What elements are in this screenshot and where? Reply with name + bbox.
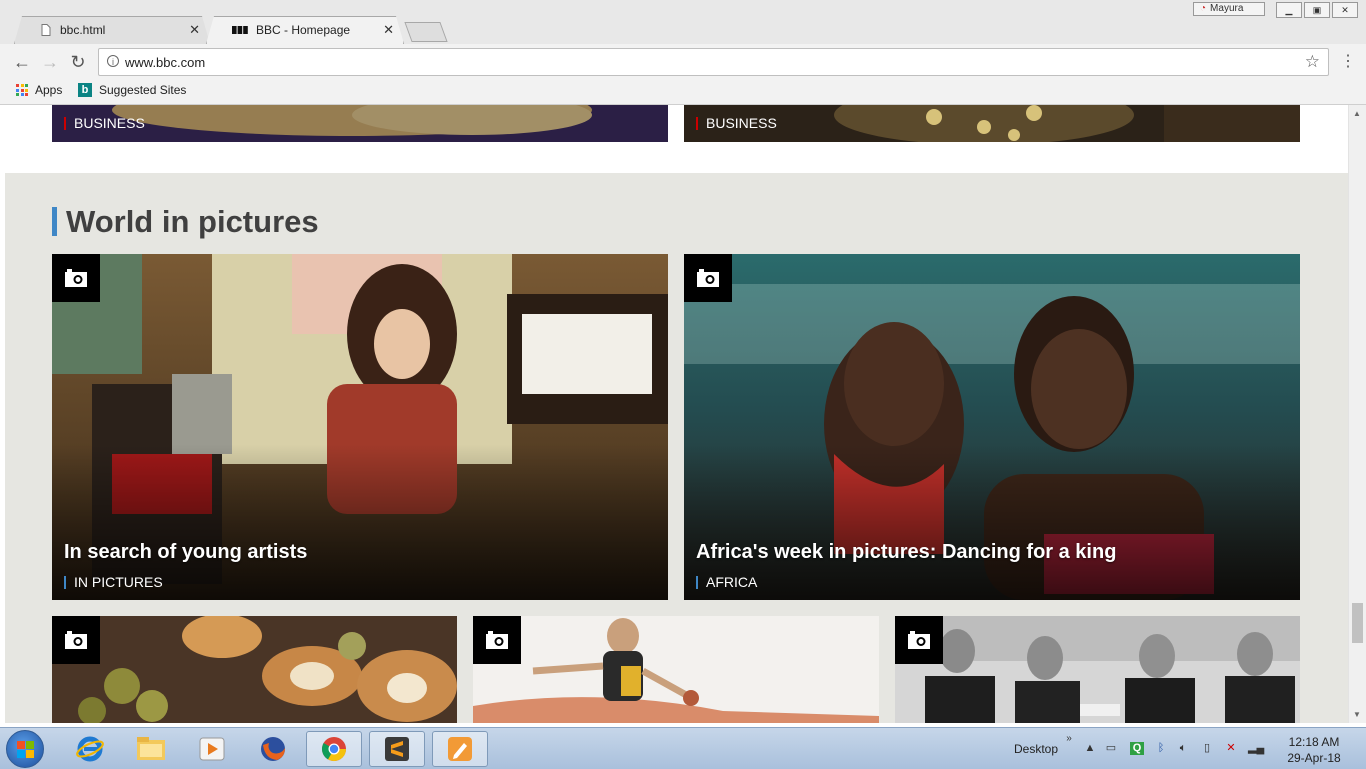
camera-icon bbox=[895, 616, 943, 664]
restore-button[interactable]: ▣ bbox=[1304, 2, 1330, 18]
battery-icon[interactable]: ▯ bbox=[1200, 742, 1214, 755]
bookmark-label: Suggested Sites bbox=[99, 83, 187, 97]
page-scrollbar[interactable]: ▲ ▼ bbox=[1348, 105, 1366, 723]
show-hidden-icons[interactable]: ▲ bbox=[1083, 742, 1097, 755]
apps-grid-icon bbox=[16, 84, 28, 96]
section-title[interactable]: World in pictures bbox=[52, 206, 319, 237]
start-button[interactable] bbox=[6, 730, 44, 768]
scrollbar-thumb[interactable] bbox=[1352, 603, 1363, 643]
story-tag[interactable]: IN PICTURES bbox=[64, 575, 163, 589]
address-bar[interactable]: i www.bbc.com ☆ bbox=[98, 48, 1329, 76]
user-icon: ◔ bbox=[1200, 3, 1207, 14]
firefox-icon[interactable] bbox=[245, 731, 301, 767]
bookmark-label: Apps bbox=[35, 83, 63, 97]
scroll-up-icon[interactable]: ▲ bbox=[1353, 109, 1361, 118]
bing-icon: b bbox=[78, 83, 92, 97]
browser-toolbar: ← → ↻ i www.bbc.com ☆ ⋮ bbox=[0, 44, 1366, 80]
browser-titlebar: bbc.html ✕ BBC - Homepage ✕ ◔ Mayura ▁ ▣… bbox=[0, 0, 1366, 44]
bookmark-star-icon[interactable]: ☆ bbox=[1305, 52, 1320, 72]
notes-app-icon[interactable] bbox=[432, 731, 488, 767]
thumbnail-story-card[interactable] bbox=[473, 616, 879, 723]
thumbnail-story-card[interactable] bbox=[52, 616, 457, 723]
bookmark-suggested-sites[interactable]: b Suggested Sites bbox=[78, 83, 186, 97]
profile-button[interactable]: ◔ Mayura bbox=[1193, 2, 1265, 16]
close-tab-icon[interactable]: ✕ bbox=[383, 22, 394, 38]
business-row: BUSINESS BUSINESS bbox=[0, 105, 1349, 173]
breads-and-pears-photo bbox=[52, 616, 457, 723]
forward-arrow-icon[interactable]: → bbox=[40, 52, 60, 72]
story-headline[interactable]: Africa's week in pictures: Dancing for a… bbox=[696, 541, 1116, 564]
tab-bbc-html[interactable]: bbc.html ✕ bbox=[14, 16, 210, 44]
scroll-down-icon[interactable]: ▼ bbox=[1353, 710, 1361, 719]
tab-bbc-homepage[interactable]: BBC - Homepage ✕ bbox=[206, 16, 404, 44]
featured-story-card[interactable]: In search of young artists IN PICTURES bbox=[52, 254, 668, 600]
toolbar-expand-icon[interactable]: » bbox=[1062, 732, 1076, 745]
windows-taskbar: Desktop » ▲ ▭ Q ᛒ 🔈︎ ▯ ✕ ▂▄ 12:18 AM 29-… bbox=[0, 727, 1366, 769]
close-tab-icon[interactable]: ✕ bbox=[189, 22, 200, 38]
volume-icon[interactable]: 🔈︎ bbox=[1176, 742, 1190, 755]
camera-icon bbox=[473, 616, 521, 664]
back-arrow-icon[interactable]: ← bbox=[12, 52, 32, 72]
camera-icon bbox=[684, 254, 732, 302]
story-tag[interactable]: AFRICA bbox=[696, 575, 757, 589]
business-story-tile[interactable]: BUSINESS bbox=[52, 105, 668, 142]
sublime-text-icon[interactable] bbox=[369, 731, 425, 767]
file-explorer-icon[interactable] bbox=[123, 731, 179, 767]
bookmarks-bar: Apps b Suggested Sites bbox=[0, 80, 1366, 105]
signal-icon[interactable]: ▂▄ bbox=[1248, 742, 1264, 755]
desktop-toolbar-label[interactable]: Desktop bbox=[1014, 742, 1058, 756]
story-headline[interactable]: In search of young artists bbox=[64, 541, 307, 564]
category-label[interactable]: BUSINESS bbox=[696, 116, 777, 130]
tab-title: bbc.html bbox=[60, 23, 106, 37]
browser-menu-icon[interactable]: ⋮ bbox=[1340, 52, 1356, 72]
desert-runner-photo bbox=[473, 616, 879, 723]
featured-story-card[interactable]: Africa's week in pictures: Dancing for a… bbox=[684, 254, 1300, 600]
category-label[interactable]: BUSINESS bbox=[64, 116, 145, 130]
info-icon[interactable]: i bbox=[107, 55, 119, 67]
reload-icon[interactable]: ↻ bbox=[68, 52, 88, 72]
page-viewport: BUSINESS BUSINESS World in pictures In s… bbox=[0, 105, 1366, 723]
vintage-group-photo bbox=[895, 616, 1300, 723]
internet-explorer-icon[interactable] bbox=[62, 731, 118, 767]
bookmark-apps[interactable]: Apps bbox=[16, 83, 62, 97]
clock-date: 29-Apr-18 bbox=[1287, 751, 1341, 765]
bluetooth-icon[interactable]: ᛒ bbox=[1154, 742, 1168, 755]
q-app-icon[interactable]: Q bbox=[1130, 742, 1144, 755]
close-window-button[interactable]: ✕ bbox=[1332, 2, 1358, 18]
new-tab-button[interactable] bbox=[404, 22, 448, 42]
network-warning-icon[interactable]: ✕ bbox=[1224, 742, 1238, 755]
bbc-logo-icon bbox=[232, 24, 248, 36]
chrome-icon[interactable] bbox=[306, 731, 362, 767]
thumbnail-story-card[interactable] bbox=[895, 616, 1300, 723]
clock-time: 12:18 AM bbox=[1288, 735, 1340, 749]
camera-icon bbox=[52, 254, 100, 302]
world-in-pictures-section: World in pictures In search of young art… bbox=[5, 173, 1349, 723]
system-clock[interactable]: 12:18 AM 29-Apr-18 bbox=[1284, 734, 1344, 766]
media-player-icon[interactable] bbox=[184, 731, 240, 767]
business-story-tile[interactable]: BUSINESS bbox=[684, 105, 1300, 142]
minimize-button[interactable]: ▁ bbox=[1276, 2, 1302, 18]
monitor-icon[interactable]: ▭ bbox=[1104, 742, 1118, 755]
file-icon bbox=[40, 24, 52, 36]
camera-icon bbox=[52, 616, 100, 664]
profile-name: Mayura bbox=[1210, 3, 1244, 14]
url-text[interactable]: www.bbc.com bbox=[125, 55, 205, 70]
tab-title: BBC - Homepage bbox=[256, 23, 351, 37]
